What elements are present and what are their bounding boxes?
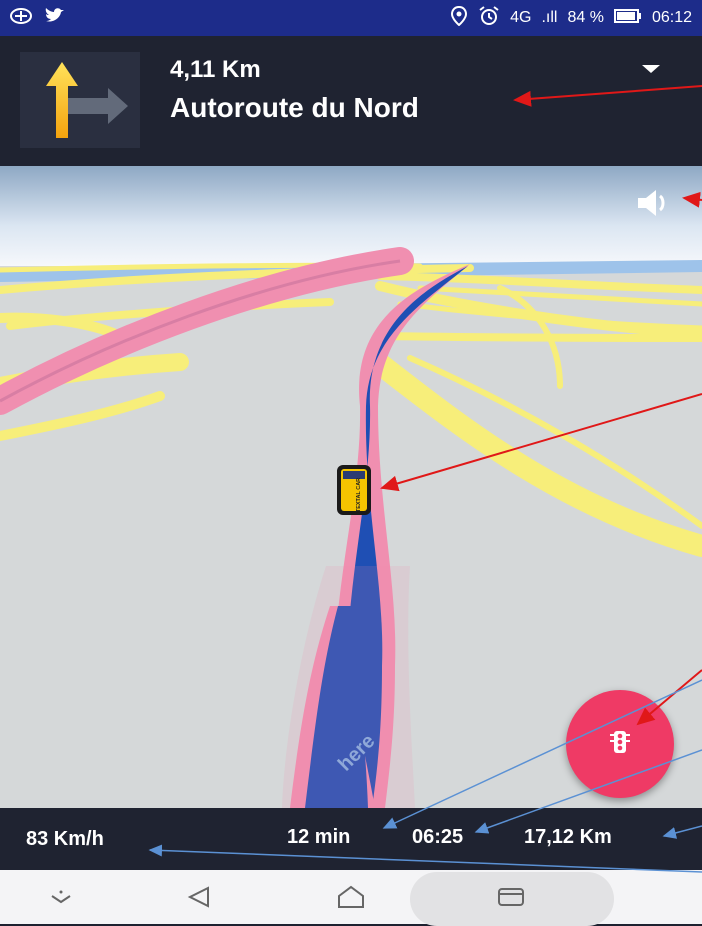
distance-remaining: 17,12 Km (524, 826, 612, 848)
trip-info-bar: 83 Km/h 12 min 06:25 17,12 Km (0, 808, 702, 870)
arrival-time: 06:25 (412, 826, 464, 848)
signal-strength: .ıll (541, 9, 558, 26)
system-navigation-bar (0, 870, 702, 926)
vehicle-marker: TEXTAL CAR (335, 463, 373, 517)
time-remaining: 12 min (287, 826, 351, 848)
no-signal-icon (10, 7, 32, 30)
back-icon[interactable] (186, 884, 212, 915)
recents-icon[interactable] (496, 884, 526, 915)
location-icon (450, 5, 468, 31)
speaker-icon[interactable] (636, 188, 674, 223)
battery-percent: 84 % (567, 9, 604, 26)
chevron-down-icon[interactable] (48, 888, 74, 911)
turn-arrow-icon (20, 52, 140, 148)
battery-icon (613, 8, 642, 29)
network-type: 4G (510, 9, 532, 26)
status-bar: 4G .ıll 84 % 06:12 (0, 0, 702, 36)
current-speed: 83 Km/h (26, 828, 104, 850)
alarm-icon (478, 5, 500, 31)
chevron-down-icon[interactable] (640, 62, 662, 81)
home-icon[interactable] (336, 884, 366, 915)
maneuver-distance: 4,11 Km (170, 56, 261, 83)
street-name: Autoroute du Nord (170, 92, 419, 123)
svg-text:TEXTAL CAR: TEXTAL CAR (356, 478, 362, 512)
map-view[interactable]: here TEXTAL CAR (0, 166, 702, 808)
traffic-light-icon (607, 729, 633, 760)
twitter-icon (44, 7, 66, 30)
status-time: 06:12 (651, 9, 692, 26)
navigation-instruction-bar[interactable]: 4,11 Km Autoroute du Nord (0, 36, 702, 166)
traffic-toggle-button[interactable] (566, 690, 674, 798)
